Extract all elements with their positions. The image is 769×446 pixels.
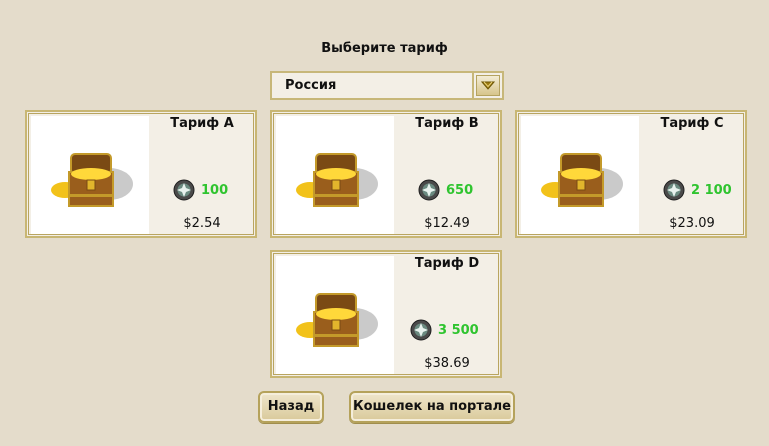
dropdown-button[interactable] [476, 75, 500, 96]
gem-coin-icon [663, 179, 685, 201]
tariff-coins: 2 100 [663, 178, 732, 202]
gem-coin-icon [418, 179, 440, 201]
tariff-image [31, 116, 149, 234]
tariff-image [276, 116, 394, 234]
tariff-coins: 100 [173, 178, 228, 202]
tariff-price: $23.09 [669, 216, 715, 231]
coin-amount: 650 [446, 182, 474, 198]
country-select[interactable]: Россия [270, 71, 504, 100]
tariff-name: Тариф A [170, 116, 234, 131]
coin-amount: 100 [201, 182, 229, 198]
country-select-value[interactable]: Россия [272, 73, 474, 98]
gem-coin-icon [173, 179, 195, 201]
tariff-name: Тариф D [414, 256, 480, 271]
treasure-chest-icon [51, 153, 133, 207]
tariff-coins: 650 [418, 178, 473, 202]
gem-coin-icon [410, 319, 432, 341]
coin-amount: 2 100 [691, 182, 732, 198]
chevron-down-icon [481, 81, 495, 90]
tariff-price: $38.69 [424, 356, 470, 371]
back-button[interactable]: Назад [258, 391, 324, 423]
tariff-name: Тариф B [415, 116, 479, 131]
page-title: Выберите тариф [321, 41, 448, 56]
tariff-image [276, 256, 394, 374]
tariff-name: Тариф C [660, 116, 724, 131]
tariff-price: $2.54 [183, 216, 221, 231]
tariff-card-b[interactable]: Тариф B 650 $12.49 [270, 110, 502, 238]
tariff-coins: 3 500 [410, 318, 479, 342]
treasure-chest-icon [296, 293, 378, 347]
wallet-button[interactable]: Кошелек на портале [349, 391, 515, 423]
tariff-image [521, 116, 639, 234]
tariff-card-c[interactable]: Тариф C 2 100 $23.09 [515, 110, 747, 238]
treasure-chest-icon [296, 153, 378, 207]
coin-amount: 3 500 [438, 322, 479, 338]
tariff-price: $12.49 [424, 216, 470, 231]
treasure-chest-icon [541, 153, 623, 207]
tariff-card-a[interactable]: Тариф A 100 $2.54 [25, 110, 257, 238]
tariff-card-d[interactable]: Тариф D 3 500 $38.69 [270, 250, 502, 378]
